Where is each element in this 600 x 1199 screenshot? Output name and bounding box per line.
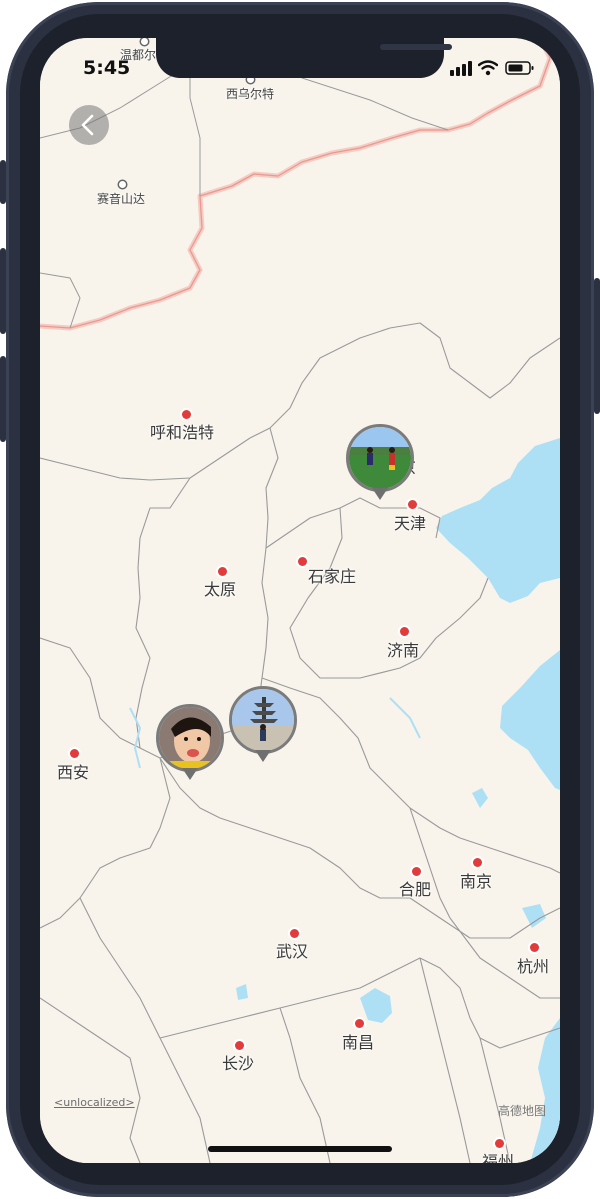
city-label: 长沙 [222, 1054, 255, 1073]
photo-thumbnail [346, 424, 414, 492]
pin-pointer [182, 768, 198, 780]
city-dot [119, 181, 126, 188]
home-indicator[interactable] [208, 1146, 392, 1152]
phone-device: 温都尔汗 西乌尔特 赛音山达 呼和浩特 北京 天津 太原 石家庄 济南 西安 合… [0, 0, 600, 1199]
city-dot [412, 867, 421, 876]
device-notch [156, 38, 452, 78]
city-label: 太原 [204, 580, 237, 599]
city-dot [400, 627, 409, 636]
city-dot [141, 38, 148, 45]
city-dot [355, 1019, 364, 1028]
city-dot [473, 858, 482, 867]
map-screen[interactable]: 温都尔汗 西乌尔特 赛音山达 呼和浩特 北京 天津 太原 石家庄 济南 西安 合… [40, 38, 560, 1163]
photo-pin[interactable] [229, 686, 297, 768]
city-dot [530, 943, 539, 952]
photo-thumbnail [229, 686, 297, 754]
city-label: 呼和浩特 [150, 423, 215, 442]
city-dot [182, 410, 191, 419]
battery-icon [505, 61, 534, 75]
city-label: 石家庄 [308, 567, 357, 586]
city-label: 南昌 [342, 1033, 375, 1052]
city-label: 济南 [387, 641, 420, 660]
city-label: 西乌尔特 [226, 87, 275, 101]
city-label: 天津 [394, 514, 427, 533]
status-time: 5:45 [83, 57, 131, 79]
photo-pin[interactable] [156, 704, 224, 786]
city-label: 赛音山达 [97, 192, 146, 206]
unlocalized-label[interactable]: <unlocalized> [54, 1096, 135, 1109]
city-label: 福州 [482, 1152, 515, 1163]
back-button[interactable] [69, 105, 109, 145]
map-attribution[interactable]: 高德地图 [498, 1102, 546, 1119]
city-dot [298, 557, 307, 566]
city-label: 西安 [57, 763, 90, 782]
city-label: 武汉 [276, 942, 309, 961]
chevron-left-icon [81, 114, 94, 136]
wifi-icon [478, 60, 498, 76]
city-dot [290, 929, 299, 938]
pin-pointer [372, 488, 388, 500]
city-dot [70, 749, 79, 758]
city-dot [495, 1139, 504, 1148]
photo-pin[interactable] [346, 424, 414, 506]
city-dot [235, 1041, 244, 1050]
city-label: 南京 [460, 872, 493, 891]
cellular-signal-icon [450, 61, 472, 76]
earpiece-speaker [380, 44, 452, 50]
city-label: 杭州 [517, 957, 550, 976]
city-label: 合肥 [399, 880, 432, 899]
photo-thumbnail [156, 704, 224, 772]
city-dot [218, 567, 227, 576]
side-button-power [594, 278, 600, 414]
pin-pointer [255, 750, 271, 762]
